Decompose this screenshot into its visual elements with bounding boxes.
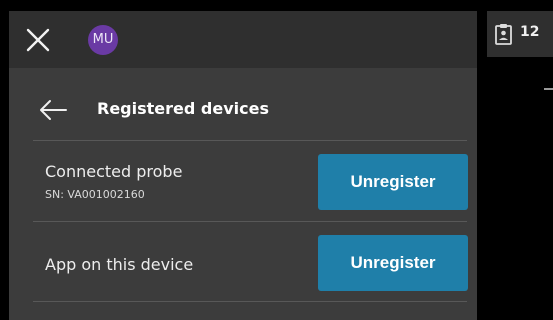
back-arrow-icon[interactable]	[37, 94, 69, 126]
unregister-app-button[interactable]: Unregister	[318, 235, 468, 291]
device-title-connected-probe: Connected probe	[45, 162, 183, 181]
divider	[33, 301, 467, 302]
clipboard-user-icon	[495, 24, 512, 45]
device-serial: SN: VA001002160	[45, 188, 145, 201]
unregister-probe-button[interactable]: Unregister	[318, 154, 468, 210]
sub-header: Registered devices	[9, 86, 477, 138]
edge-marker	[544, 88, 553, 90]
worklist-badge[interactable]: 12	[487, 11, 553, 57]
device-title-app: App on this device	[45, 255, 194, 274]
divider	[33, 140, 467, 141]
avatar[interactable]: MU	[88, 25, 118, 55]
registered-devices-panel: MU Registered devices Connected probe SN…	[9, 11, 477, 320]
worklist-count: 12	[520, 24, 540, 40]
panel-top-bar: MU	[9, 11, 477, 68]
divider	[33, 221, 467, 222]
close-icon[interactable]	[23, 25, 53, 55]
page-title: Registered devices	[97, 99, 269, 118]
